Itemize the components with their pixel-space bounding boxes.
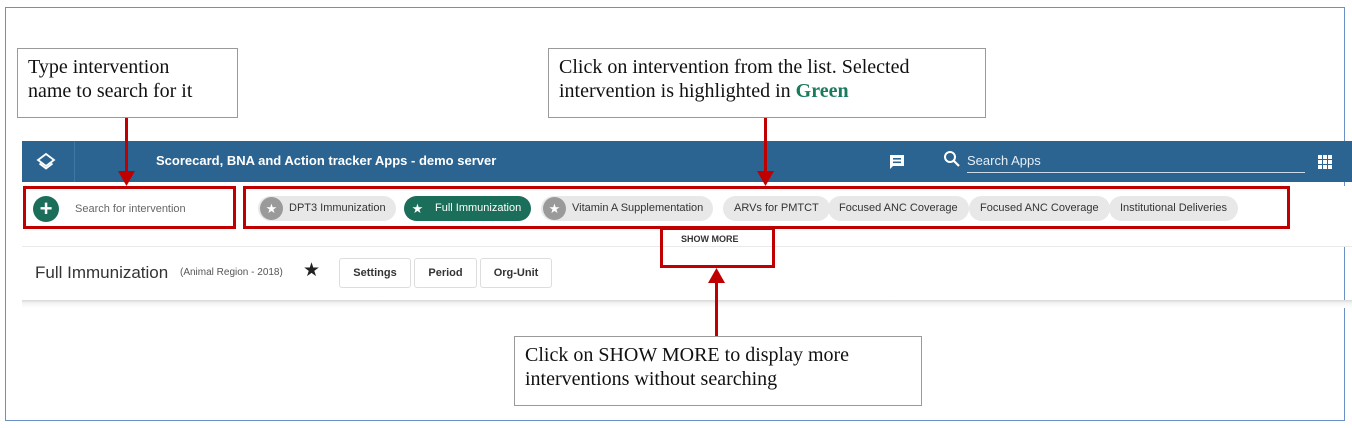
search-hint-line-1: Type intervention bbox=[28, 56, 170, 78]
header-divider bbox=[74, 141, 75, 182]
showmore-hint-line-2: interventions without searching bbox=[525, 368, 778, 390]
settings-button[interactable]: Settings bbox=[339, 258, 411, 288]
content-shadow bbox=[22, 300, 1352, 308]
chips-arrow-line bbox=[764, 118, 767, 174]
intervention-subtitle: (Animal Region - 2018) bbox=[180, 267, 283, 278]
click-hint-line-2: intervention is highlighted in Green bbox=[559, 79, 975, 103]
search-hint-line-2: name to search for it bbox=[28, 80, 193, 102]
search-arrow-head bbox=[118, 171, 135, 186]
click-hint-callout: Click on intervention from the list. Sel… bbox=[548, 48, 986, 118]
chips-arrow-head bbox=[757, 171, 774, 186]
click-hint-line-2-text: intervention is highlighted in bbox=[559, 80, 796, 102]
click-hint-line-1: Click on intervention from the list. Sel… bbox=[559, 56, 910, 78]
showmore-hint-callout: Click on SHOW MORE to display more inter… bbox=[514, 336, 922, 406]
layers-logo-icon[interactable] bbox=[36, 152, 56, 172]
search-arrow-line bbox=[125, 118, 128, 174]
search-highlight-box bbox=[23, 186, 236, 229]
period-button[interactable]: Period bbox=[414, 258, 477, 288]
search-hint-callout: Type intervention name to search for it bbox=[17, 48, 238, 118]
apps-grid-icon[interactable] bbox=[1317, 154, 1333, 170]
search-apps-input[interactable] bbox=[967, 148, 1305, 173]
chips-highlight-box bbox=[243, 186, 1290, 229]
org-unit-button[interactable]: Org-Unit bbox=[480, 258, 552, 288]
app-title: Scorecard, BNA and Action tracker Apps -… bbox=[156, 153, 497, 168]
showmore-hint-line-1: Click on SHOW MORE to display more bbox=[525, 344, 850, 366]
intervention-title: Full Immunization bbox=[35, 263, 169, 282]
chat-icon[interactable] bbox=[888, 153, 906, 171]
showmore-arrow-line bbox=[715, 281, 718, 336]
search-apps-icon[interactable] bbox=[943, 150, 961, 168]
app-header: Scorecard, BNA and Action tracker Apps -… bbox=[22, 141, 1352, 182]
showmore-highlight-box bbox=[660, 227, 775, 268]
click-hint-green-word: Green bbox=[795, 80, 849, 102]
favorite-star-icon[interactable]: ★ bbox=[303, 259, 320, 282]
